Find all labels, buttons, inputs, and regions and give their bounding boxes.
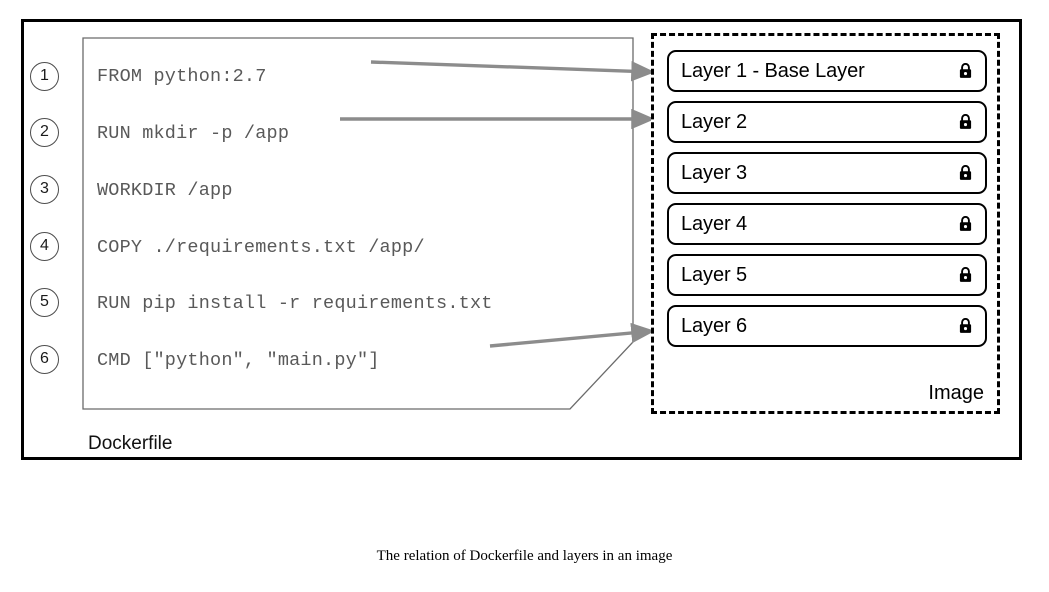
code-line-6: CMD ["python", "main.py"] [97,350,380,371]
layer-label-5: Layer 5 [681,264,748,286]
figure-caption: The relation of Dockerfile and layers in… [376,548,673,564]
line-number-5: 5 [30,288,59,317]
layer-label-6: Layer 6 [681,315,748,337]
layer-label-3: Layer 3 [681,162,748,184]
code-line-1: FROM python:2.7 [97,66,267,87]
layer-label-4: Layer 4 [681,213,748,235]
code-line-4: COPY ./requirements.txt /app/ [97,237,425,258]
layer-box-2[interactable]: Layer 2 [667,101,987,143]
code-line-5: RUN pip install -r requirements.txt [97,293,493,314]
line-number-3: 3 [30,175,59,204]
dockerfile-group: 1 2 3 4 5 6 FROM python:2.7 RUN mkdir -p… [21,19,641,460]
image-container: Layer 1 - Base Layer Layer 2 Layer 3 Lay… [651,33,1000,414]
lock-icon [959,165,972,181]
dockerfile-label: Dockerfile [88,433,173,454]
image-label: Image [928,382,984,404]
layer-box-1[interactable]: Layer 1 - Base Layer [667,50,987,92]
lock-icon [959,114,972,130]
layer-box-6[interactable]: Layer 6 [667,305,987,347]
line-number-6: 6 [30,345,59,374]
lock-icon [959,318,972,334]
line-number-1: 1 [30,62,59,91]
code-line-3: WORKDIR /app [97,180,233,201]
layer-label-1: Layer 1 - Base Layer [681,60,865,82]
line-number-4: 4 [30,232,59,261]
line-number-2: 2 [30,118,59,147]
lock-icon [959,63,972,79]
lock-icon [959,267,972,283]
layer-label-2: Layer 2 [681,111,748,133]
code-line-2: RUN mkdir -p /app [97,123,290,144]
layer-box-5[interactable]: Layer 5 [667,254,987,296]
lock-icon [959,216,972,232]
layer-box-3[interactable]: Layer 3 [667,152,987,194]
layer-box-4[interactable]: Layer 4 [667,203,987,245]
